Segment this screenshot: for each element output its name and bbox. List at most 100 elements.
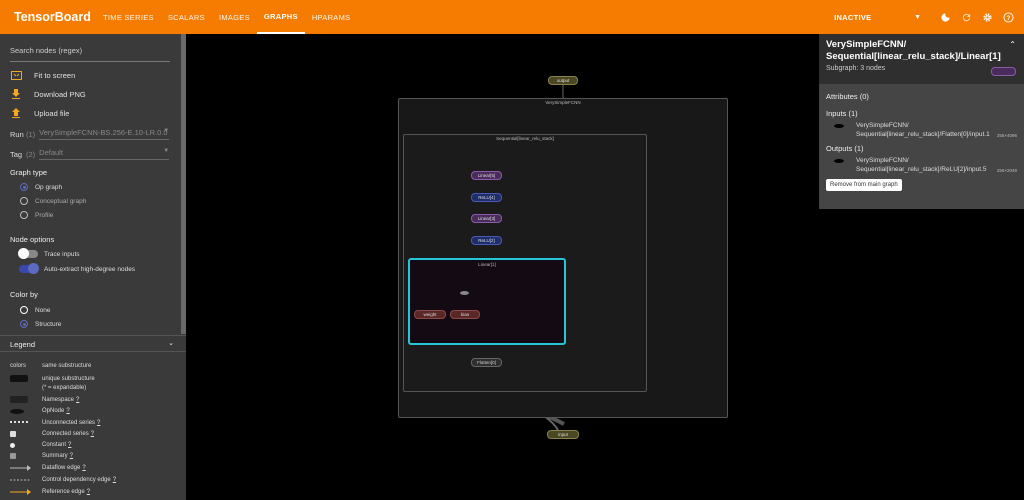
legend-help-link[interactable]: ? (70, 453, 73, 459)
svg-text:?: ? (1006, 14, 1010, 21)
legend-item: Control dependency edge? (10, 477, 116, 483)
graph-controls-sidebar: Search nodes (regex) Fit to screen Downl… (0, 34, 186, 500)
trace-inputs-toggle[interactable]: Trace inputs (18, 248, 80, 259)
legend-label: Summary (42, 453, 68, 459)
remove-from-main-graph-button[interactable]: Remove from main graph (826, 179, 902, 191)
download-icon (10, 89, 22, 99)
legend-item: OpNode? (10, 408, 70, 414)
opnode-icon (834, 124, 844, 128)
legend-item: (* = expandable) (10, 385, 86, 391)
tab-graphs[interactable]: GRAPHS (256, 0, 305, 34)
selected-node-linear1[interactable]: Linear[1] (408, 258, 566, 345)
summary-swatch (10, 453, 16, 459)
color-structure-label: Structure (35, 320, 62, 328)
opnode-swatch (10, 408, 24, 414)
inputs-title: Inputs (1) (826, 109, 858, 118)
toggle-thumb (18, 248, 29, 259)
top-app-bar: TensorBoard TIME SERIES SCALARS IMAGES G… (0, 0, 1024, 34)
fit-screen-icon (10, 70, 22, 80)
opnode-matmul[interactable] (460, 291, 469, 295)
dataflow-edge-swatch (10, 465, 31, 471)
tag-count: (2) (26, 149, 36, 159)
upload-file-button[interactable]: Upload file (10, 108, 69, 118)
chevron-down-icon: ⌄ (168, 340, 174, 347)
upload-icon (10, 108, 22, 118)
dashboard-tabs: TIME SERIES SCALARS IMAGES GRAPHS HPARAM… (96, 0, 357, 34)
collapse-icon[interactable]: ⌃ (1009, 40, 1016, 49)
constant-swatch (10, 442, 15, 448)
subgraph-count: Subgraph: 3 nodes (826, 65, 886, 72)
inactive-plugins-dropdown[interactable]: INACTIVE (834, 13, 914, 22)
legend-item: Constant? (10, 442, 71, 448)
legend-help-link[interactable]: ? (91, 431, 94, 437)
dark-mode-icon[interactable] (939, 11, 951, 23)
conceptual-graph-label: Conceptual graph (35, 197, 87, 205)
legend-help-link[interactable]: ? (82, 465, 85, 471)
legend-help-link[interactable]: ? (76, 397, 79, 403)
chevron-down-icon: ▼ (163, 148, 170, 154)
legend-help-link[interactable]: ? (97, 420, 100, 426)
legend-help-link[interactable]: ? (68, 442, 71, 448)
run-value: VerySimpleFCNN-BS.256-E.10-LR.0.0 (39, 128, 168, 137)
legend-item: Namespace? (10, 396, 79, 403)
node-input[interactable]: input (547, 430, 579, 439)
auto-extract-toggle[interactable]: Auto-extract high-degree nodes (19, 263, 135, 274)
legend-label: Constant (42, 442, 67, 448)
tag-label: Tag (10, 149, 23, 159)
legend-label: Namespace (42, 396, 75, 403)
toggle-thumb (28, 263, 39, 274)
node-linear5[interactable]: Linear[5] (471, 171, 502, 180)
namespace-label: Sequential[linear_relu_stack] (496, 136, 554, 141)
refresh-icon[interactable] (960, 11, 972, 23)
help-icon[interactable]: ? (1002, 11, 1014, 23)
namespace-swatch (10, 396, 28, 403)
run-label: Run (10, 129, 24, 139)
settings-icon[interactable] (981, 11, 993, 23)
tab-scalars[interactable]: SCALARS (161, 0, 212, 34)
node-label: Linear[1] (478, 262, 496, 267)
legend-help-link[interactable]: ? (113, 477, 116, 483)
legend-help-link[interactable]: ? (87, 489, 90, 495)
control-edge-swatch (10, 479, 30, 481)
opnode-icon (834, 159, 844, 163)
structure-color-chip (991, 67, 1016, 76)
radio-op-graph[interactable]: Op graph (20, 183, 62, 191)
legend-label: Control dependency edge (42, 477, 111, 483)
tag-select[interactable]: Tag (2) Default ▼ (10, 148, 170, 160)
tab-hparams[interactable]: HPARAMS (305, 0, 358, 34)
input-name: VerySimpleFCNN/ Sequential[linear_relu_s… (856, 122, 990, 138)
radio-color-structure[interactable]: Structure (20, 320, 61, 328)
legend-colors-row: colors same substructure (10, 363, 91, 369)
dropdown-arrow-icon[interactable]: ▼ (914, 14, 921, 21)
radio-selected-indicator (20, 320, 28, 328)
node-output[interactable]: output (548, 76, 578, 85)
tab-images[interactable]: IMAGES (212, 0, 257, 34)
legend-help-link[interactable]: ? (66, 408, 69, 414)
fit-to-screen-button[interactable]: Fit to screen (10, 70, 75, 80)
radio-color-none[interactable]: None (20, 306, 51, 314)
namespace-label: VerySimpleFCNN (545, 100, 581, 105)
output-name: VerySimpleFCNN/ Sequential[linear_relu_s… (856, 157, 987, 173)
radio-conceptual-graph[interactable]: Conceptual graph (20, 197, 86, 205)
color-none-label: None (35, 306, 51, 314)
node-bias[interactable]: bias (450, 310, 480, 319)
color-by-title: Color by (10, 290, 38, 299)
graph-type-title: Graph type (10, 168, 48, 177)
legend-title: Legend (10, 340, 36, 349)
node-relu2[interactable]: ReLU[2] (471, 236, 502, 245)
node-weight[interactable]: weight (414, 310, 446, 319)
node-relu4[interactable]: ReLU[4] (471, 193, 502, 202)
node-linear3[interactable]: Linear[3] (471, 214, 502, 223)
outputs-title: Outputs (1) (826, 144, 864, 153)
download-png-button[interactable]: Download PNG (10, 89, 86, 99)
search-nodes-input[interactable]: Search nodes (regex) (10, 46, 170, 62)
unconnected-series-swatch (10, 421, 28, 425)
run-select[interactable]: Run (1) VerySimpleFCNN-BS.256-E.10-LR.0.… (10, 128, 170, 140)
radio-profile[interactable]: Profile (20, 211, 53, 219)
legend-label: OpNode (42, 408, 65, 414)
legend-header[interactable]: Legend ⌄ (0, 335, 186, 352)
node-options-title: Node options (10, 235, 55, 244)
tab-time-series[interactable]: TIME SERIES (96, 0, 161, 34)
node-flatten0[interactable]: Flatten[0] (471, 358, 502, 367)
legend-item: Connected series? (10, 431, 94, 437)
